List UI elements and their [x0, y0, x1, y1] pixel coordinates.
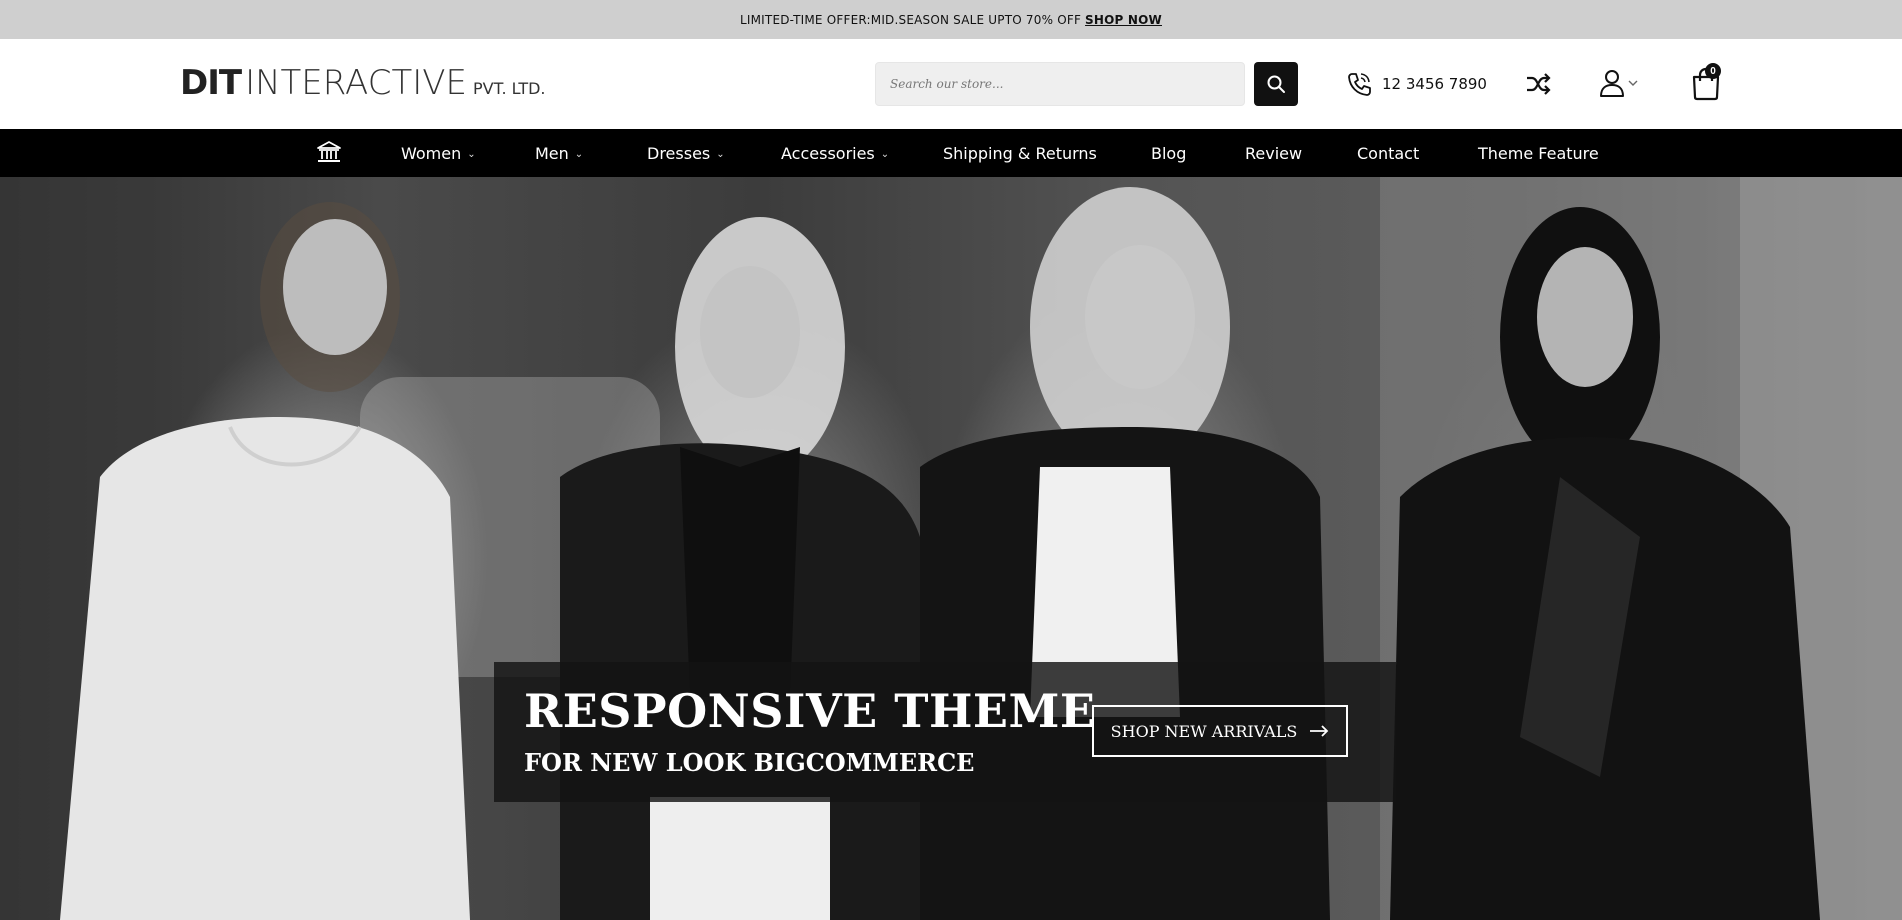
chevron-down-icon: ⌄ [880, 148, 890, 160]
hero-banner: RESPONSIVE THEME FOR NEW LOOK BIGCOMMERC… [0, 177, 1902, 920]
account-menu[interactable] [1598, 68, 1638, 98]
chevron-down-icon: ⌄ [574, 148, 584, 160]
user-icon [1600, 70, 1624, 97]
logo-part-dit: DIT [180, 63, 242, 103]
shop-new-arrivals-label: SHOP NEW ARRIVALS [1110, 721, 1298, 741]
nav-item-label: Blog [1151, 143, 1187, 163]
hero-title: RESPONSIVE THEME [524, 684, 1096, 738]
arrow-right-icon [1310, 725, 1329, 737]
nav-item-label: Contact [1357, 143, 1420, 163]
hero-caption-box: RESPONSIVE THEME FOR NEW LOOK BIGCOMMERC… [494, 662, 1396, 802]
nav-item-dresses[interactable]: Dresses ⌄ [647, 129, 725, 177]
nav-item-label: Theme Feature [1478, 143, 1599, 163]
phone-link[interactable]: 12 3456 7890 [1346, 71, 1487, 97]
nav-item-men[interactable]: Men ⌄ [535, 129, 583, 177]
cart-count-badge: 0 [1705, 63, 1721, 79]
nav-item-accessories[interactable]: Accessories ⌄ [781, 129, 889, 177]
chevron-down-icon [1628, 80, 1638, 86]
promo-bar: LIMITED-TIME OFFER:MID.SEASON SALE UPTO … [0, 0, 1902, 39]
logo-part-pvt: PVT. LTD. [472, 79, 546, 98]
search-button[interactable] [1254, 62, 1298, 106]
nav-item-label: Accessories [781, 143, 875, 163]
nav-item-label: Dresses [647, 143, 711, 163]
header: DIT INTERACTIVE PVT. LTD. 12 3456 7890 [0, 39, 1902, 129]
compare-shuffle-icon[interactable] [1524, 70, 1552, 98]
hero-image [0, 177, 1902, 920]
nav-item-shipping-returns[interactable]: Shipping & Returns [943, 129, 1097, 177]
nav-item-label: Women [401, 143, 462, 163]
nav-item-label: Review [1245, 143, 1303, 163]
chevron-down-icon: ⌄ [716, 148, 725, 160]
phone-icon [1348, 73, 1371, 96]
nav-item-theme-feature[interactable]: Theme Feature [1478, 129, 1599, 177]
nav-item-label: Men [535, 143, 569, 163]
chevron-down-icon: ⌄ [467, 148, 476, 160]
hero-subtitle: FOR NEW LOOK BIGCOMMERCE [524, 748, 975, 777]
logo[interactable]: DIT INTERACTIVE PVT. LTD. [180, 63, 546, 103]
home-icon[interactable] [315, 138, 343, 166]
nav-item-women[interactable]: Women ⌄ [401, 129, 476, 177]
nav-item-contact[interactable]: Contact [1357, 129, 1419, 177]
promo-text: LIMITED-TIME OFFER:MID.SEASON SALE UPTO … [740, 12, 1082, 27]
logo-part-interactive: INTERACTIVE [245, 63, 467, 103]
shop-now-link[interactable]: SHOP NOW [1085, 13, 1162, 27]
search-input[interactable] [875, 62, 1245, 106]
shop-new-arrivals-button[interactable]: SHOP NEW ARRIVALS [1092, 705, 1348, 757]
search-icon [1267, 75, 1285, 93]
main-nav: Women ⌄ Men ⌄ Dresses ⌄ Accessories ⌄ Sh… [0, 129, 1902, 177]
nav-item-review[interactable]: Review [1245, 129, 1302, 177]
nav-item-blog[interactable]: Blog [1151, 129, 1186, 177]
phone-number: 12 3456 7890 [1382, 75, 1487, 93]
nav-item-label: Shipping & Returns [943, 143, 1097, 163]
